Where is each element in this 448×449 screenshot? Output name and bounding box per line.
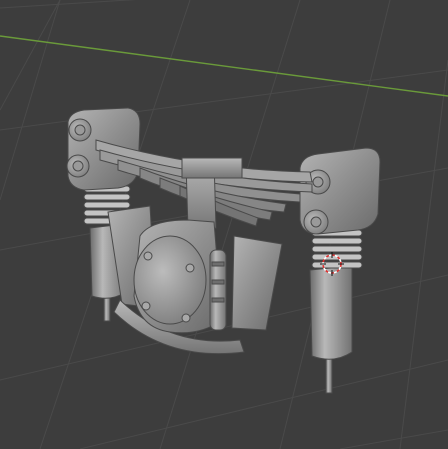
center-clamp-cap: [181, 157, 243, 179]
right-coil-spring: [311, 229, 363, 269]
right-shock-body: [309, 265, 353, 360]
floor-grid: [0, 0, 448, 449]
x-axis-line: [0, 35, 448, 97]
right-piston-rod: [325, 354, 333, 394]
viewport-canvas[interactable]: [0, 0, 448, 449]
leaf-spring-suspension-model[interactable]: [66, 107, 381, 394]
hub-cover: [133, 235, 207, 325]
3d-viewport[interactable]: [0, 0, 448, 449]
